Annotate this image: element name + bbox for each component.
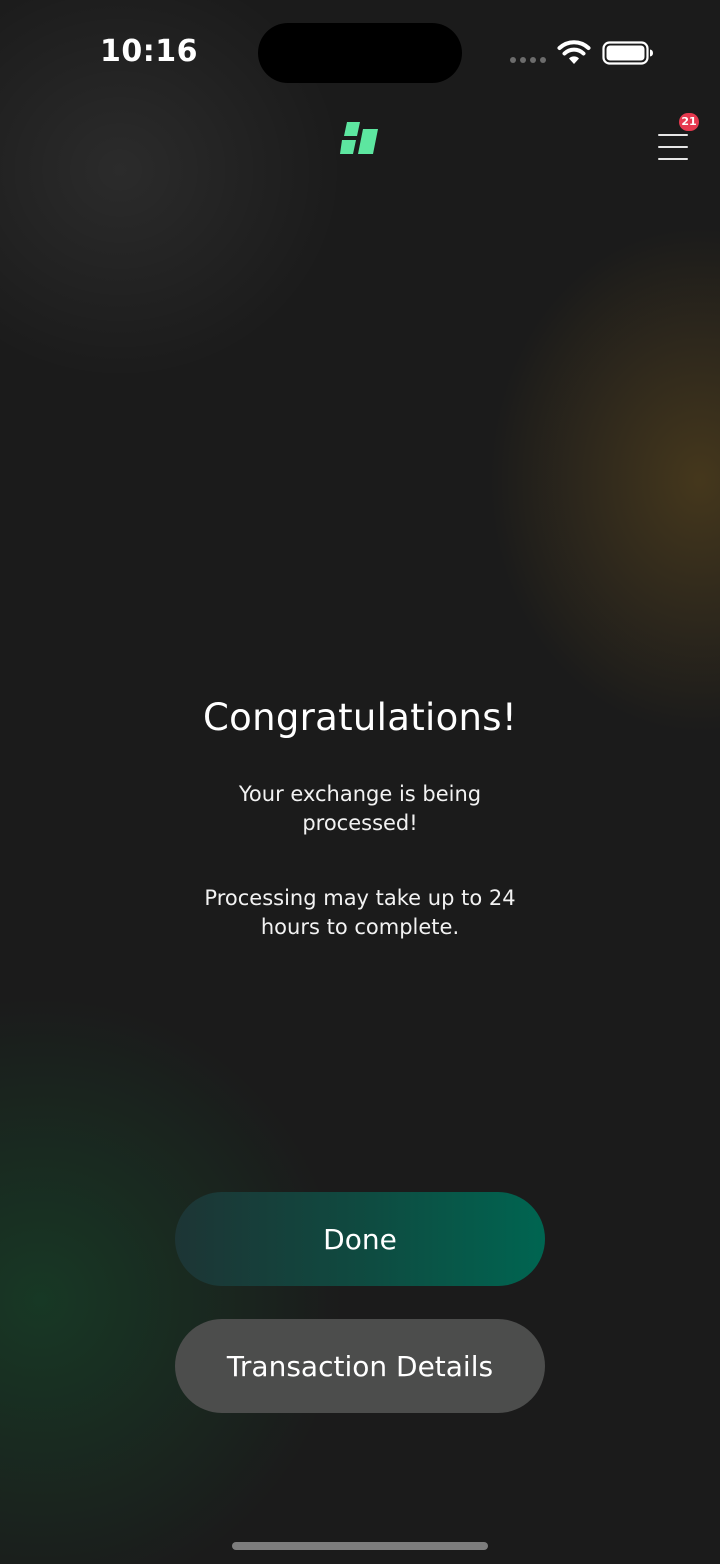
top-header: 21	[0, 110, 720, 170]
status-bar: 10:16	[0, 0, 720, 106]
brand-logo-icon	[340, 122, 378, 154]
home-indicator[interactable]	[232, 1542, 488, 1550]
page-title: Congratulations!	[203, 696, 517, 739]
done-button[interactable]: Done	[175, 1192, 545, 1286]
confirmation-content: Congratulations! Your exchange is being …	[0, 690, 720, 942]
status-time: 10:16	[100, 34, 198, 69]
menu-button[interactable]: 21	[650, 113, 699, 164]
hamburger-menu-icon	[658, 134, 688, 136]
status-message: Your exchange is being processed!	[238, 782, 482, 835]
cellular-signal-icon	[510, 57, 546, 63]
hamburger-menu-line	[658, 158, 688, 160]
notification-badge: 21	[679, 113, 699, 131]
hamburger-menu-line	[658, 146, 688, 148]
battery-icon	[602, 41, 653, 65]
wifi-icon	[557, 40, 591, 64]
dynamic-island	[258, 23, 462, 83]
transaction-details-button[interactable]: Transaction Details	[175, 1319, 545, 1413]
processing-time-message: Processing may take up to 24 hours to co…	[204, 886, 516, 939]
